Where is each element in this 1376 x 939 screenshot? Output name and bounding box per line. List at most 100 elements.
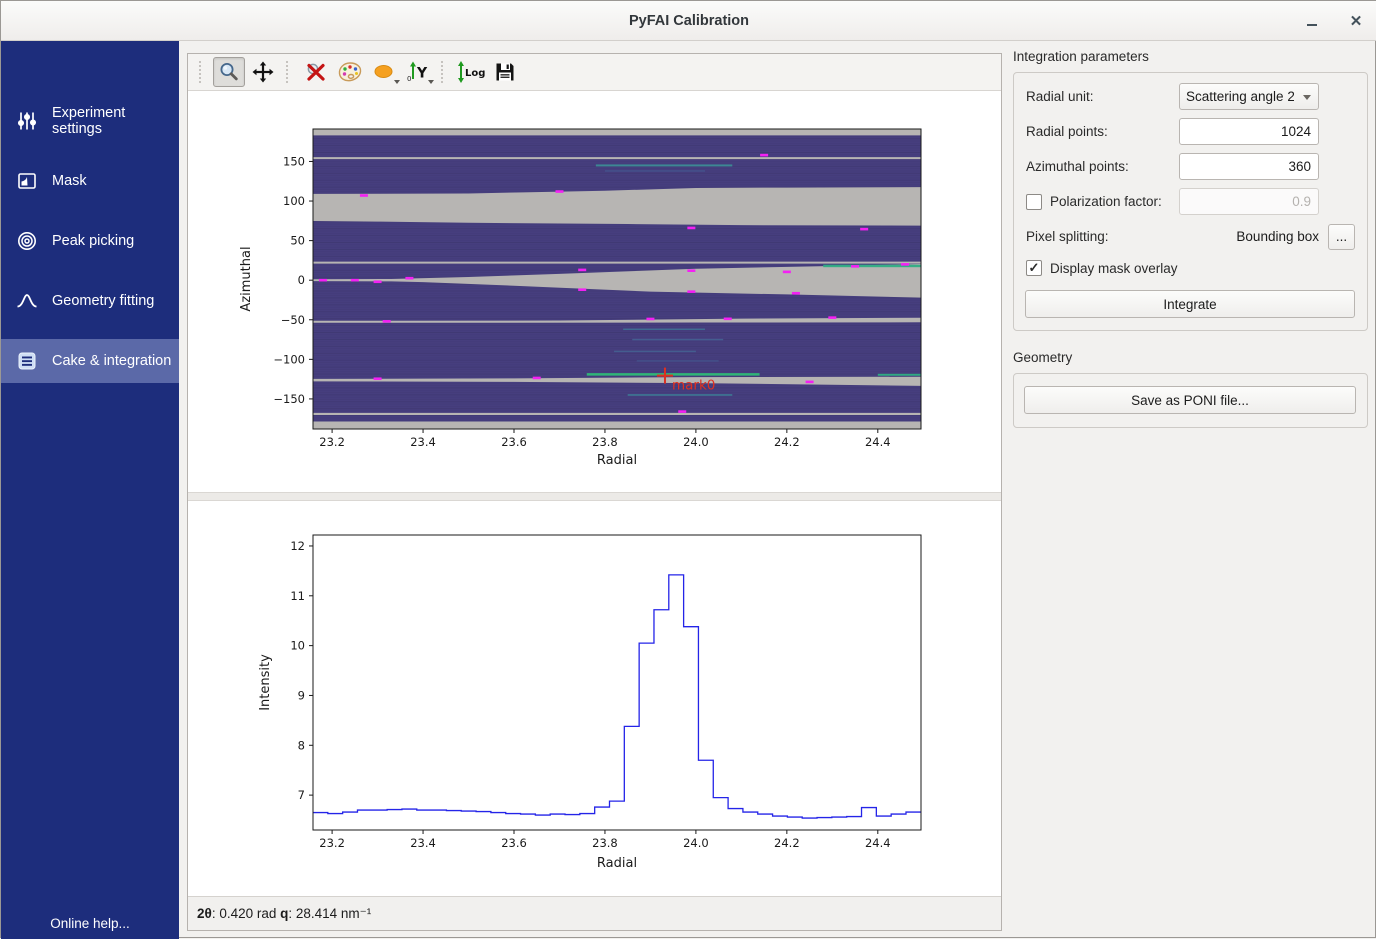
pan-button[interactable] bbox=[247, 57, 279, 87]
zoom-reset-icon bbox=[304, 60, 328, 84]
svg-text:24.4: 24.4 bbox=[865, 435, 891, 449]
toolbar-grip bbox=[199, 61, 206, 83]
pyfai-window: { "window": { "title": "PyFAI Calibratio… bbox=[0, 0, 1376, 938]
y-axis-zero-glyph: 0 bbox=[407, 75, 411, 83]
mask-icon bbox=[15, 169, 39, 193]
svg-text:8: 8 bbox=[298, 738, 305, 752]
radial-points-input[interactable] bbox=[1179, 118, 1319, 145]
radial-unit-value: Scattering angle 2θ (rad) bbox=[1186, 89, 1294, 104]
svg-text:24.0: 24.0 bbox=[683, 435, 709, 449]
plot-splitter[interactable] bbox=[188, 492, 1001, 501]
svg-text:23.6: 23.6 bbox=[501, 836, 527, 850]
pan-arrows-icon bbox=[251, 60, 275, 84]
sidebar-item-cake-integration[interactable]: Cake & integration bbox=[1, 339, 179, 383]
svg-text:0: 0 bbox=[298, 273, 305, 287]
pixel-splitting-value: Bounding box bbox=[1109, 229, 1319, 244]
azimuthal-points-input[interactable] bbox=[1179, 153, 1319, 180]
polarization-checkbox[interactable] bbox=[1026, 194, 1042, 210]
minimize-button[interactable] bbox=[1301, 10, 1323, 32]
y-axis-icon: 0 Y bbox=[405, 60, 431, 84]
svg-text:12: 12 bbox=[290, 539, 305, 553]
sliders-icon bbox=[15, 109, 39, 133]
sidebar-item-peak-picking[interactable]: Peak picking bbox=[1, 219, 179, 263]
sidebar-item-experiment-settings[interactable]: Experiment settings bbox=[1, 99, 179, 143]
status-2theta-value: : 0.420 rad bbox=[212, 906, 280, 921]
minimize-icon bbox=[1307, 24, 1317, 27]
plot-toolbar: 0 Y Log bbox=[188, 54, 1001, 91]
svg-text:24.0: 24.0 bbox=[683, 836, 709, 850]
sidebar-item-geometry-fitting[interactable]: Geometry fitting bbox=[1, 279, 179, 323]
magnifier-icon bbox=[217, 60, 241, 84]
sidebar-item-label: Peak picking bbox=[52, 233, 134, 249]
integration-parameters-title: Integration parameters bbox=[1013, 49, 1371, 64]
azimuthal-points-label: Azimuthal points: bbox=[1024, 159, 1179, 174]
sidebar-item-mask[interactable]: Mask bbox=[1, 159, 179, 203]
integrate-button[interactable]: Integrate bbox=[1025, 290, 1355, 318]
mask-display-button[interactable] bbox=[368, 57, 400, 87]
svg-text:24.2: 24.2 bbox=[774, 435, 800, 449]
svg-text:−150: −150 bbox=[273, 392, 305, 406]
radial-points-label: Radial points: bbox=[1024, 124, 1179, 139]
close-button[interactable]: ✕ bbox=[1345, 10, 1367, 32]
geometry-title: Geometry bbox=[1013, 350, 1371, 365]
integration-plot[interactable]: 23.223.423.623.824.024.224.4789101112Rad… bbox=[188, 501, 1001, 896]
svg-text:24.4: 24.4 bbox=[865, 836, 891, 850]
svg-text:150: 150 bbox=[283, 154, 305, 168]
svg-text:23.2: 23.2 bbox=[319, 435, 345, 449]
mask-overlay-checkbox[interactable]: ✓ bbox=[1026, 260, 1042, 276]
mask-overlay-row: ✓ Display mask overlay bbox=[1024, 258, 1355, 278]
radial-unit-select[interactable]: Scattering angle 2θ (rad) bbox=[1179, 83, 1319, 110]
svg-text:24.2: 24.2 bbox=[774, 836, 800, 850]
sidebar: Experiment settings Mask bbox=[1, 41, 179, 939]
floppy-icon bbox=[493, 60, 517, 84]
log-icon: Log bbox=[456, 60, 486, 84]
save-button[interactable] bbox=[489, 57, 521, 87]
svg-text:23.4: 23.4 bbox=[410, 836, 436, 850]
peak-curve-icon bbox=[15, 289, 39, 313]
radial-unit-row: Radial unit: Scattering angle 2θ (rad) bbox=[1024, 83, 1355, 110]
status-q-label: q bbox=[280, 906, 288, 921]
svg-text:Radial: Radial bbox=[597, 453, 637, 468]
svg-text:100: 100 bbox=[283, 194, 305, 208]
polarization-label: Polarization factor: bbox=[1050, 194, 1162, 209]
svg-text:9: 9 bbox=[298, 688, 305, 702]
integration-parameters-group: Radial unit: Scattering angle 2θ (rad) R… bbox=[1013, 72, 1368, 331]
cake-plot[interactable]: mark023.223.423.623.824.024.224.4−150−10… bbox=[188, 91, 1001, 492]
pixel-splitting-more-button[interactable]: ... bbox=[1328, 224, 1355, 250]
integration-panel: Integration parameters Radial unit: Scat… bbox=[1011, 49, 1371, 931]
y-axis-letter-glyph: Y bbox=[416, 66, 428, 82]
radial-unit-label: Radial unit: bbox=[1024, 89, 1179, 104]
polarization-input[interactable] bbox=[1179, 188, 1319, 215]
sidebar-item-label: Geometry fitting bbox=[52, 293, 154, 309]
sidebar-item-label: Mask bbox=[52, 173, 87, 189]
colormap-button[interactable] bbox=[334, 57, 366, 87]
sidebar-items: Experiment settings Mask bbox=[1, 41, 179, 383]
svg-text:23.2: 23.2 bbox=[319, 836, 345, 850]
svg-text:−100: −100 bbox=[273, 352, 305, 366]
y-axis-orientation-button[interactable]: 0 Y bbox=[402, 57, 434, 87]
polarization-row: Polarization factor: bbox=[1024, 188, 1355, 215]
mask-overlay-label-wrap: ✓ Display mask overlay bbox=[1024, 260, 1355, 276]
zoom-reset-button[interactable] bbox=[300, 57, 332, 87]
save-poni-button[interactable]: Save as PONI file... bbox=[1024, 386, 1356, 414]
mask-overlay-label: Display mask overlay bbox=[1050, 261, 1178, 276]
svg-text:−50: −50 bbox=[281, 313, 305, 327]
svg-text:23.4: 23.4 bbox=[410, 435, 436, 449]
toolbar-grip bbox=[286, 61, 293, 83]
log-text-glyph: Log bbox=[465, 68, 485, 79]
log-scale-button[interactable]: Log bbox=[455, 57, 487, 87]
online-help-link[interactable]: Online help... bbox=[1, 916, 179, 931]
svg-text:11: 11 bbox=[290, 589, 305, 603]
sidebar-item-label: Experiment settings bbox=[52, 105, 179, 137]
geometry-group: Save as PONI file... bbox=[1013, 373, 1368, 428]
svg-text:7: 7 bbox=[298, 788, 305, 802]
status-2theta-label: 2θ bbox=[197, 906, 212, 921]
svg-text:23.8: 23.8 bbox=[592, 836, 618, 850]
orange-ellipse-icon bbox=[372, 60, 396, 84]
peak-rings-icon bbox=[15, 229, 39, 253]
statusbar: 2θ : 0.420 rad q : 28.414 nm⁻¹ bbox=[188, 896, 1001, 930]
pixel-splitting-label: Pixel splitting: bbox=[1024, 229, 1109, 244]
toolbar-grip bbox=[441, 61, 448, 83]
zoom-button[interactable] bbox=[213, 57, 245, 87]
status-q-value: : 28.414 nm⁻¹ bbox=[288, 906, 371, 922]
